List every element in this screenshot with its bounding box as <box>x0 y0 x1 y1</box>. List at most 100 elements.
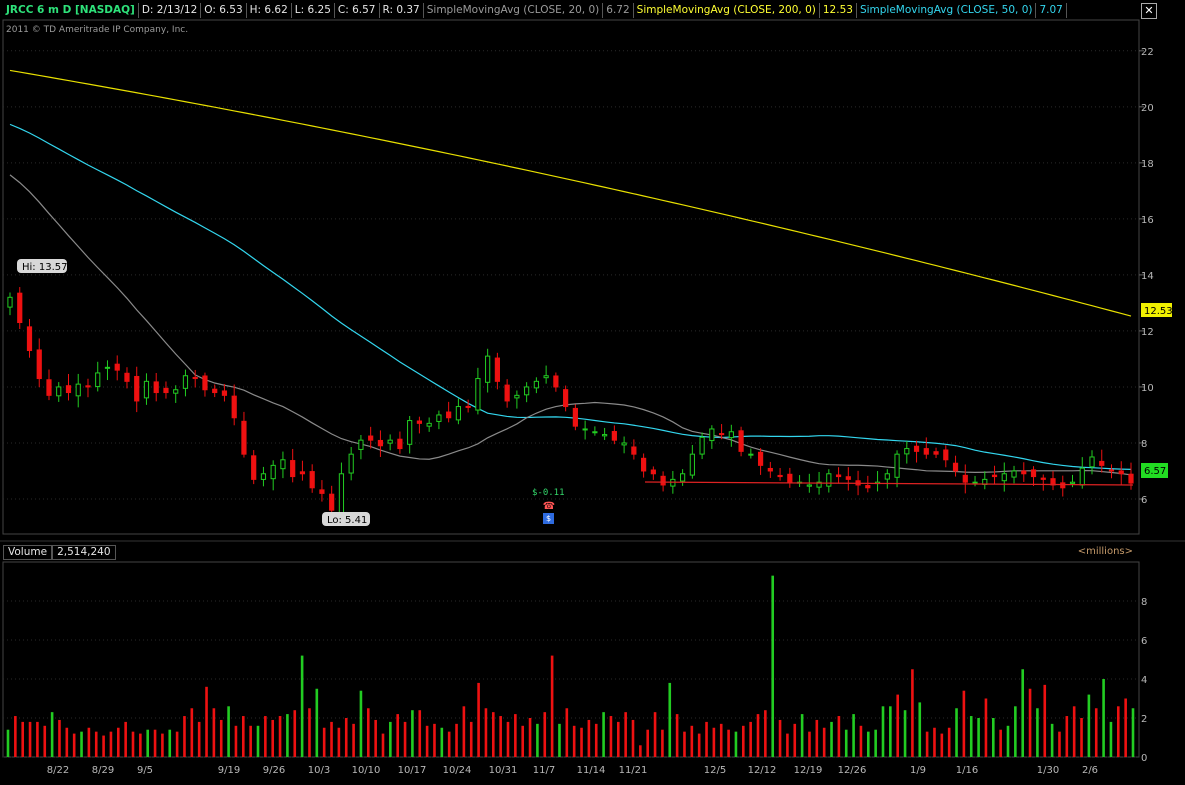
earnings-icon[interactable]: $ <box>543 513 554 524</box>
volume-bar <box>653 712 657 757</box>
candle-body <box>582 428 588 431</box>
candle-body <box>173 389 179 394</box>
open-readout: O: 6.53 <box>201 3 247 18</box>
sma200-price-tag: 12.53 <box>1141 303 1173 317</box>
volume-bar <box>14 716 17 757</box>
volume-bar <box>778 719 782 757</box>
low-marker: Lo: 5.41 <box>322 512 370 526</box>
date-tick-label: 12/5 <box>704 765 726 776</box>
candle-body <box>36 349 42 380</box>
candle-body <box>553 375 559 388</box>
volume-bar <box>999 729 1002 757</box>
volume-bar <box>131 731 135 757</box>
candle-body <box>153 381 159 394</box>
date-tick-label: 9/5 <box>137 765 153 776</box>
date-tick-label: 12/26 <box>838 765 867 776</box>
candle-body <box>75 383 81 397</box>
date-tick-label: 11/7 <box>533 765 555 776</box>
date-tick-label: 11/14 <box>577 765 606 776</box>
volume-bar <box>1116 706 1120 757</box>
candle-body <box>689 453 695 476</box>
low-readout: L: 6.25 <box>292 3 335 18</box>
candle-body <box>368 435 374 441</box>
volume-bar <box>705 721 708 757</box>
volume-series[interactable] <box>6 575 1135 757</box>
candle-body <box>572 407 578 427</box>
candle-body <box>943 449 949 461</box>
symbol-label[interactable]: JRCC 6 m D [NASDAQ] <box>3 3 139 18</box>
volume-bar <box>734 731 738 757</box>
candle-body <box>338 473 345 514</box>
dividend-marker[interactable]: $-0.11 <box>532 488 565 498</box>
candle-body <box>962 474 968 483</box>
volume-bar <box>756 714 760 757</box>
volume-bar <box>359 690 363 757</box>
candle-body <box>728 431 734 439</box>
candle-body <box>494 357 500 382</box>
volume-bar <box>447 731 451 757</box>
volume-bar <box>21 721 25 757</box>
volume-bar <box>558 723 561 757</box>
volume-bar <box>28 721 32 757</box>
close-button[interactable]: ✕ <box>1141 3 1157 19</box>
volume-bar <box>962 690 966 757</box>
volume-bar <box>631 719 635 757</box>
volume-bar <box>940 733 944 757</box>
volume-bar <box>786 733 789 757</box>
candle-body <box>143 380 150 399</box>
volume-bar <box>389 721 392 757</box>
volume-bar <box>293 710 297 757</box>
price-tick-label: 12 <box>1141 327 1154 338</box>
price-volume-chart[interactable]: 6 8 10 12 14 16 18 20 22 0 2 4 6 8 8/22 8/29 9/5 9/19 9/… <box>0 0 1185 785</box>
volume-bar <box>594 723 598 757</box>
date-tick-label: 1/16 <box>956 765 978 776</box>
candle-body <box>114 363 120 371</box>
volume-bar <box>800 714 804 757</box>
volume-bar <box>859 725 863 757</box>
volume-bar <box>241 716 245 757</box>
volume-bar <box>911 669 914 757</box>
volume-tick-label: 0 <box>1141 753 1147 764</box>
chart-frame <box>0 19 1185 758</box>
volume-bar <box>190 708 194 757</box>
volume-tick-label: 4 <box>1141 675 1147 686</box>
volume-bar <box>565 708 569 757</box>
volume-bar <box>866 731 870 757</box>
volume-bar <box>712 727 716 757</box>
volume-bar <box>881 706 885 757</box>
candle-body <box>592 431 598 434</box>
volume-bar <box>433 723 436 757</box>
sma20-path <box>9 174 1132 476</box>
volume-bar <box>668 682 672 757</box>
candlestick-series[interactable] <box>7 287 1134 525</box>
volume-bar <box>396 714 400 757</box>
volume-bar <box>381 733 385 757</box>
candle-body <box>1011 470 1017 478</box>
volume-bar <box>1102 679 1105 757</box>
candle-body <box>192 376 198 380</box>
volume-bar <box>50 712 54 757</box>
volume-bar <box>491 712 495 757</box>
candle-body <box>7 296 13 308</box>
candle-body <box>56 386 62 397</box>
candle-body <box>611 431 617 441</box>
volume-bar <box>609 716 613 757</box>
candle-body <box>650 469 656 475</box>
phone-icon[interactable]: ☎ <box>542 501 556 512</box>
volume-bar <box>205 686 208 757</box>
candle-body <box>718 433 725 436</box>
volume-tick-label: 8 <box>1141 597 1147 608</box>
volume-label[interactable]: Volume <box>3 545 53 560</box>
candle-body <box>738 430 744 452</box>
sma200-label[interactable]: SimpleMovingAvg (CLOSE, 200, 0) <box>634 3 820 18</box>
volume-bar <box>1050 723 1054 757</box>
volume-header: Volume 2,514,240 <box>3 545 116 560</box>
sma50-label[interactable]: SimpleMovingAvg (CLOSE, 50, 0) <box>857 3 1037 18</box>
sma200-path <box>9 69 1132 317</box>
volume-bar <box>1028 688 1032 757</box>
volume-bar <box>183 716 186 757</box>
date-tick-label: 10/31 <box>489 765 518 776</box>
sma20-label[interactable]: SimpleMovingAvg (CLOSE, 20, 0) <box>424 3 604 18</box>
price-tick-label: 8 <box>1141 439 1147 450</box>
volume-bar <box>72 733 76 757</box>
